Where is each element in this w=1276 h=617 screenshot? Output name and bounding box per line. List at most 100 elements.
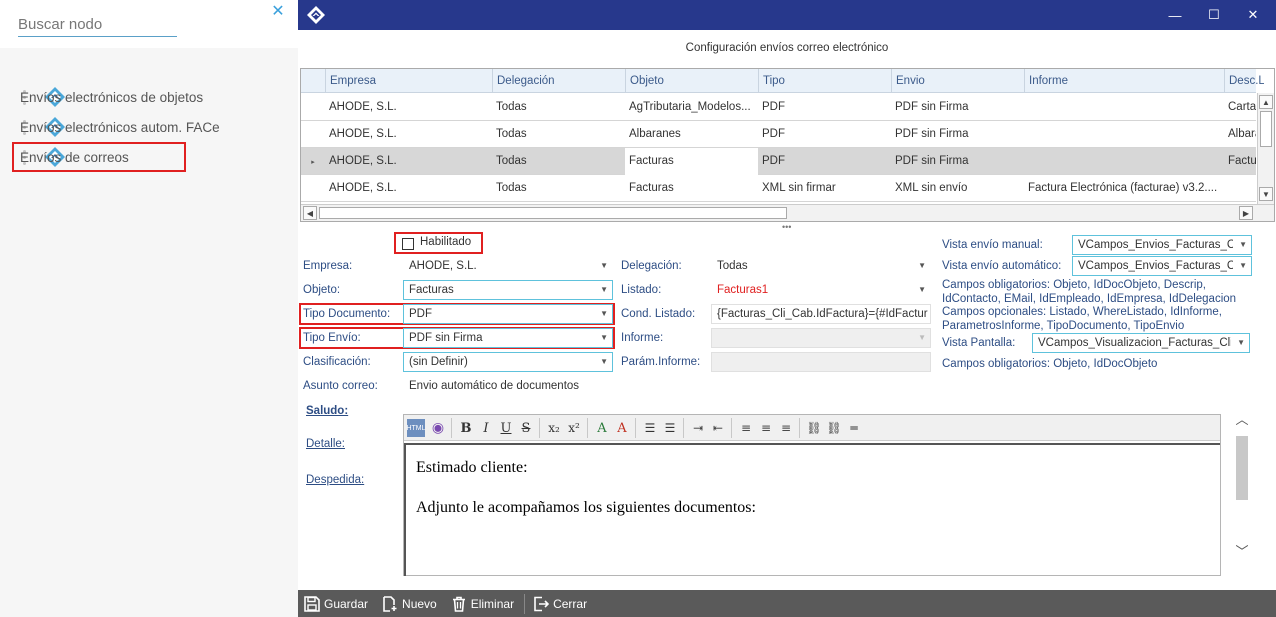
action-bar: Guardar Nuevo Eliminar Cerrar xyxy=(298,590,1276,617)
unordered-list-icon[interactable]: ☰ xyxy=(661,419,679,437)
cond-listado-input[interactable]: {Facturas_Cli_Cab.IdFactura}={#IdFactur xyxy=(711,304,931,324)
vista-automatico-select[interactable]: VCampos_Envios_Facturas_C ▼ xyxy=(1072,256,1252,276)
tab-saludo[interactable]: Saludo: xyxy=(306,405,348,417)
rich-text-editor[interactable]: HTML ◉ B I U S x₂ x² A A ☰ ☰ ⇥ ⇤ ≡ ≡ ≡ ⛓… xyxy=(403,414,1221,576)
html-source-icon[interactable]: HTML xyxy=(406,419,426,437)
table-cell: PDF sin Firma xyxy=(895,155,969,167)
chevron-down-icon[interactable]: ﹀ xyxy=(1234,544,1250,560)
bold-icon[interactable]: B xyxy=(457,419,475,437)
table-row[interactable]: AHODE, S.L. Todas Facturas XML sin firma… xyxy=(301,175,1256,202)
splitter-handle-icon[interactable]: ••• xyxy=(782,222,791,232)
scroll-thumb[interactable] xyxy=(1236,436,1248,500)
column-header[interactable]: Empresa xyxy=(325,69,492,93)
table-row[interactable]: AHODE, S.L. Todas Albaranes PDF PDF sin … xyxy=(301,121,1256,148)
asunto-input[interactable]: Envio automático de documentos xyxy=(403,376,923,396)
editor-content[interactable]: Estimado cliente: Adjunto le acompañamos… xyxy=(404,443,1220,576)
cerrar-label: Cerrar xyxy=(553,596,588,611)
editor-line: Adjunto le acompañamos los siguientes do… xyxy=(416,499,756,516)
grid-horizontal-scrollbar[interactable]: ◀ ▶ xyxy=(301,204,1274,221)
font-color-icon[interactable]: A xyxy=(593,419,611,437)
clasificacion-select[interactable]: (sin Definir) ▼ xyxy=(403,352,613,372)
subscript-icon[interactable]: x₂ xyxy=(545,419,563,437)
maximize-icon[interactable]: ☐ xyxy=(1195,0,1233,30)
insert-link-icon[interactable]: ⛓ xyxy=(805,419,823,437)
column-header[interactable]: Informe xyxy=(1024,69,1224,93)
nav-item-envios-correos[interactable]: Envíos de correos xyxy=(12,142,186,172)
align-left-icon[interactable]: ≡ xyxy=(737,419,755,437)
scroll-left-icon[interactable]: ◀ xyxy=(303,206,317,220)
minimize-icon[interactable]: — xyxy=(1156,0,1194,30)
table-row[interactable]: AHODE, S.L. Todas AgTributaria_Modelos..… xyxy=(301,94,1256,121)
column-header[interactable]: Envio xyxy=(891,69,1024,93)
empresa-select[interactable]: AHODE, S.L. ▼ xyxy=(403,256,613,276)
underline-icon[interactable]: U xyxy=(497,419,515,437)
table-cell: XML sin firmar xyxy=(762,182,836,194)
search-area: ✕ xyxy=(0,0,298,48)
strikethrough-icon[interactable]: S xyxy=(517,419,535,437)
grid-header: Empresa Delegación Objeto Tipo Envio Inf… xyxy=(301,69,1264,93)
editor-scrollbar[interactable]: ︿ ﹀ xyxy=(1234,400,1250,576)
align-center-icon[interactable]: ≡ xyxy=(757,419,775,437)
table-cell: AgTributaria_Modelos... xyxy=(629,101,751,113)
nav-item-label: Envíos electrónicos de objetos xyxy=(20,89,204,105)
table-cell: PDF xyxy=(762,101,785,113)
listado-select[interactable]: Facturas1 ▼ xyxy=(711,280,931,300)
tab-despedida[interactable]: Despedida: xyxy=(306,474,364,486)
chevron-up-icon[interactable]: ︿ xyxy=(1234,412,1250,428)
italic-icon[interactable]: I xyxy=(477,419,495,437)
chevron-down-icon: ▼ xyxy=(600,333,608,342)
tipo-envio-select[interactable]: PDF sin Firma ▼ xyxy=(403,328,613,348)
chevron-down-icon: ▼ xyxy=(918,285,926,294)
table-row-selected[interactable]: ▸ AHODE, S.L. Todas Facturas PDF PDF sin… xyxy=(301,148,1256,175)
scroll-down-icon[interactable]: ▼ xyxy=(1259,187,1273,201)
search-input[interactable] xyxy=(18,12,177,37)
close-icon[interactable]: ✕ xyxy=(271,4,285,20)
table-cell-focused[interactable]: Facturas xyxy=(625,148,758,175)
clasificacion-label: Clasificación: xyxy=(303,356,371,368)
tipo-documento-select[interactable]: PDF ▼ xyxy=(403,304,613,324)
eliminar-button[interactable]: Eliminar xyxy=(445,590,522,617)
close-window-icon[interactable]: ✕ xyxy=(1234,0,1272,30)
outdent-icon[interactable]: ⇤ xyxy=(709,419,727,437)
tab-detalle[interactable]: Detalle: xyxy=(306,438,345,450)
highlight-color-icon[interactable]: A xyxy=(613,419,631,437)
nav-item-label: Envíos de correos xyxy=(20,149,129,165)
superscript-icon[interactable]: x² xyxy=(565,419,583,437)
delegacion-select[interactable]: Todas ▼ xyxy=(711,256,931,276)
spellcheck-icon[interactable]: ◉ xyxy=(429,419,447,437)
new-document-icon xyxy=(383,595,397,612)
nuevo-label: Nuevo xyxy=(402,596,437,611)
save-icon xyxy=(304,595,320,612)
grid-vertical-scrollbar[interactable]: ▲ ▼ xyxy=(1257,93,1274,204)
delegacion-label: Delegación: xyxy=(621,260,682,272)
vista-pantalla-select[interactable]: VCampos_Visualizacion_Facturas_Cli ▼ xyxy=(1032,333,1250,353)
scroll-up-icon[interactable]: ▲ xyxy=(1259,95,1273,109)
title-bar: — ☐ ✕ xyxy=(298,0,1276,30)
habilitado-label: Habilitado xyxy=(420,236,472,248)
table-cell xyxy=(1024,94,1224,121)
column-header[interactable]: Delegación xyxy=(492,69,625,93)
table-cell: Todas xyxy=(496,101,527,113)
column-header[interactable]: Tipo xyxy=(758,69,891,93)
cerrar-button[interactable]: Cerrar xyxy=(527,590,595,617)
habilitado-checkbox[interactable] xyxy=(402,238,414,250)
column-header[interactable]: Desc.List xyxy=(1224,69,1264,93)
param-informe-input xyxy=(711,352,931,372)
vista-manual-select[interactable]: VCampos_Envios_Facturas_C ▼ xyxy=(1072,235,1252,255)
table-cell: XML sin envío xyxy=(895,182,968,194)
ordered-list-icon[interactable]: ☰ xyxy=(641,419,659,437)
campos-obligatorios-2-text: Campos obligatorios: Objeto, IdDocObjeto xyxy=(942,358,1158,370)
column-header[interactable]: Objeto xyxy=(625,69,758,93)
indent-icon[interactable]: ⇥ xyxy=(689,419,707,437)
guardar-button[interactable]: Guardar xyxy=(298,590,376,617)
scroll-right-icon[interactable]: ▶ xyxy=(1239,206,1253,220)
unlink-icon[interactable]: ⛓ xyxy=(825,419,843,437)
scroll-thumb[interactable] xyxy=(319,207,787,219)
objeto-select[interactable]: Facturas ▼ xyxy=(403,280,613,300)
align-right-icon[interactable]: ≡ xyxy=(777,419,795,437)
nav-item-envios-face[interactable]: Envíos electrónicos autom. FACe xyxy=(14,113,284,141)
nuevo-button[interactable]: Nuevo xyxy=(376,590,445,617)
horizontal-rule-icon[interactable]: ═ xyxy=(845,419,863,437)
nav-item-envios-objetos[interactable]: Envíos electrónicos de objetos xyxy=(14,83,284,111)
scroll-thumb[interactable] xyxy=(1260,111,1272,147)
